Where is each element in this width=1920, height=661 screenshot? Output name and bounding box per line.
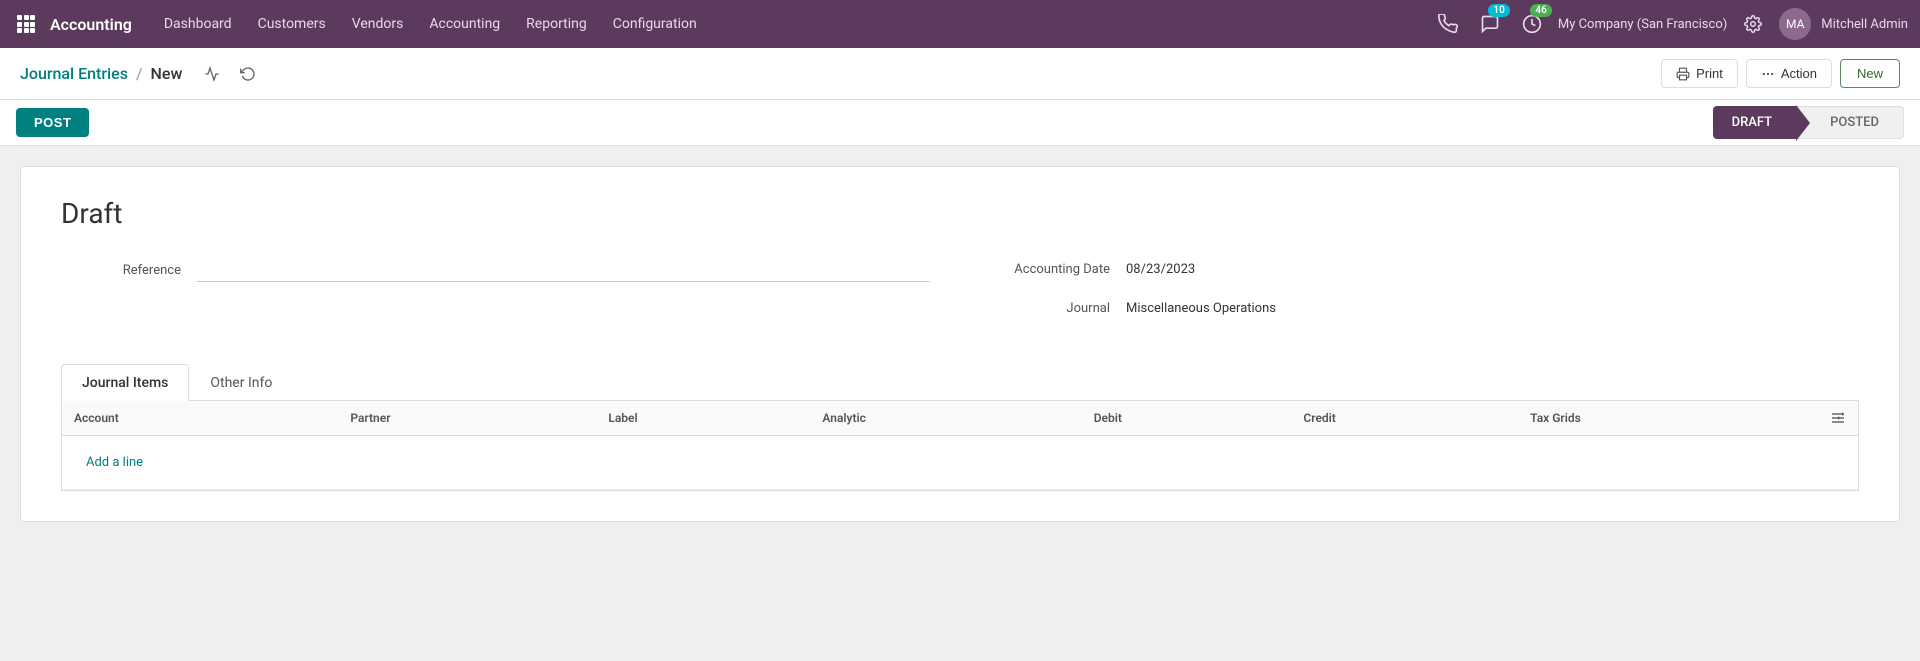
print-button[interactable]: Print: [1661, 59, 1738, 88]
breadcrumb-right: Print Action New: [1661, 59, 1900, 88]
form-left: Reference: [61, 258, 930, 298]
add-line-row: Add a line: [62, 436, 1858, 490]
col-credit[interactable]: Credit: [1291, 401, 1518, 436]
nav-right-section: 10 46 My Company (San Francisco) MA Mitc…: [1432, 8, 1908, 40]
breadcrumb-icons: [198, 60, 262, 88]
cloud-save-icon[interactable]: [198, 60, 226, 88]
nav-accounting[interactable]: Accounting: [417, 10, 512, 38]
activity-badge: 46: [1530, 4, 1551, 17]
settings-icon[interactable]: [1737, 8, 1769, 40]
column-toggle-icon[interactable]: [1830, 410, 1846, 426]
reference-label: Reference: [61, 263, 181, 278]
action-label: Action: [1781, 66, 1817, 81]
breadcrumb-bar: Journal Entries / New Print: [0, 48, 1920, 100]
accounting-date-label: Accounting Date: [990, 262, 1110, 277]
breadcrumb-separator: /: [136, 64, 143, 83]
new-button[interactable]: New: [1840, 59, 1900, 88]
nav-configuration[interactable]: Configuration: [601, 10, 709, 38]
discard-icon[interactable]: [234, 60, 262, 88]
user-name[interactable]: Mitchell Admin: [1821, 17, 1908, 32]
form-card: Draft Reference Accounting Date 08/23/20…: [20, 166, 1900, 522]
tabs: Journal Items Other Info: [61, 364, 1859, 401]
col-analytic[interactable]: Analytic: [810, 401, 1081, 436]
col-account[interactable]: Account: [62, 401, 338, 436]
apps-icon[interactable]: [12, 10, 40, 38]
breadcrumb-current: New: [151, 64, 183, 83]
avatar[interactable]: MA: [1779, 8, 1811, 40]
form-title: Draft: [61, 197, 1859, 230]
status-posted[interactable]: POSTED: [1797, 106, 1904, 139]
col-tax-grids[interactable]: Tax Grids: [1518, 401, 1818, 436]
company-name[interactable]: My Company (San Francisco): [1558, 17, 1727, 32]
col-label[interactable]: Label: [596, 401, 810, 436]
status-steps: DRAFT POSTED: [1713, 106, 1904, 139]
journal-label: Journal: [990, 301, 1110, 316]
tab-journal-items[interactable]: Journal Items: [61, 364, 189, 401]
status-bar: POST DRAFT POSTED: [0, 100, 1920, 146]
add-line-button[interactable]: Add a line: [74, 445, 155, 480]
table-body: Add a line: [62, 436, 1858, 490]
action-button[interactable]: Action: [1746, 59, 1832, 88]
reference-field: Reference: [61, 258, 930, 282]
table-header-row: Account Partner Label Analytic Debit Cre…: [62, 401, 1858, 436]
new-label: New: [1857, 66, 1883, 81]
tab-other-info[interactable]: Other Info: [189, 364, 293, 401]
nav-customers[interactable]: Customers: [246, 10, 338, 38]
phone-icon[interactable]: [1432, 8, 1464, 40]
accounting-date-value[interactable]: 08/23/2023: [1126, 258, 1195, 281]
breadcrumb-parent[interactable]: Journal Entries: [20, 64, 128, 83]
form-fields: Reference Accounting Date 08/23/2023 Jou…: [61, 258, 1859, 336]
status-draft[interactable]: DRAFT: [1713, 106, 1798, 139]
reference-input[interactable]: [197, 258, 930, 282]
brand-name[interactable]: Accounting: [50, 15, 132, 34]
journal-table-section: Account Partner Label Analytic Debit Cre…: [61, 401, 1859, 491]
print-label: Print: [1696, 66, 1723, 81]
messages-badge: 10: [1488, 4, 1509, 17]
journal-value[interactable]: Miscellaneous Operations: [1126, 297, 1276, 320]
col-debit[interactable]: Debit: [1082, 401, 1292, 436]
journal-field: Journal Miscellaneous Operations: [990, 297, 1859, 320]
post-button[interactable]: POST: [16, 108, 89, 137]
activity-icon[interactable]: 46: [1516, 8, 1548, 40]
nav-reporting[interactable]: Reporting: [514, 10, 599, 38]
accounting-date-field: Accounting Date 08/23/2023: [990, 258, 1859, 281]
top-navigation: Accounting Dashboard Customers Vendors A…: [0, 0, 1920, 48]
main-content: Draft Reference Accounting Date 08/23/20…: [0, 146, 1920, 661]
nav-dashboard[interactable]: Dashboard: [152, 10, 244, 38]
breadcrumb-left: Journal Entries / New: [20, 60, 262, 88]
main-menu: Dashboard Customers Vendors Accounting R…: [152, 10, 1428, 38]
col-partner[interactable]: Partner: [338, 401, 596, 436]
messages-icon[interactable]: 10: [1474, 8, 1506, 40]
journal-table: Account Partner Label Analytic Debit Cre…: [62, 401, 1858, 490]
nav-vendors[interactable]: Vendors: [340, 10, 416, 38]
form-right: Accounting Date 08/23/2023 Journal Misce…: [990, 258, 1859, 336]
